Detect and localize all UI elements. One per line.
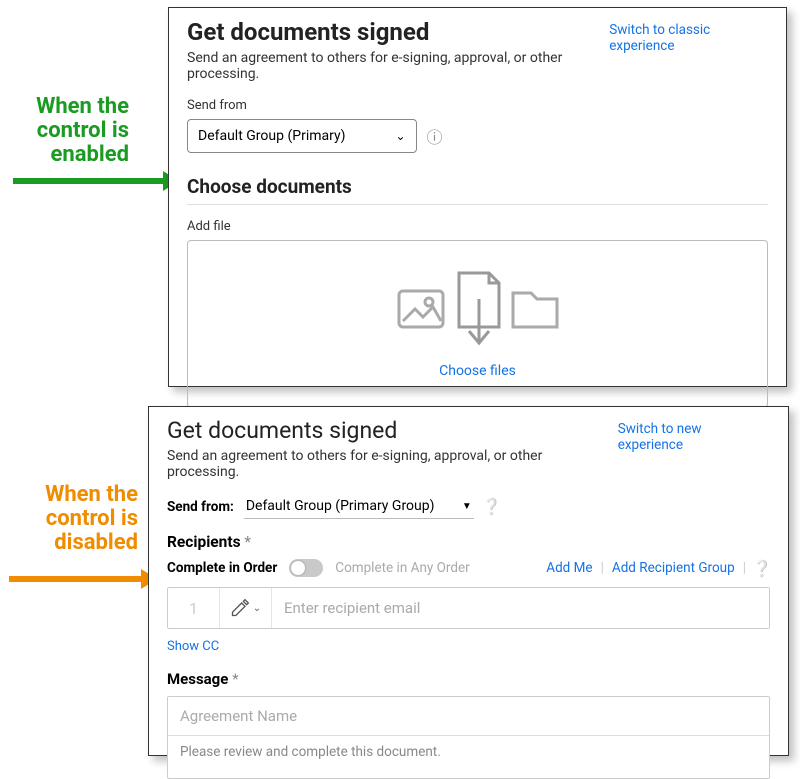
send-from-select[interactable]: Default Group (Primary Group) ▼ [244, 494, 474, 519]
chevron-down-icon: ⌄ [395, 129, 405, 143]
send-from-select[interactable]: Default Group (Primary) ⌄ [187, 119, 417, 153]
recipient-number: 1 [168, 588, 220, 628]
add-me-link[interactable]: Add Me [546, 560, 592, 576]
triangle-down-icon: ▼ [462, 501, 472, 512]
choose-documents-heading: Choose documents [187, 175, 768, 205]
message-heading: Message * [167, 670, 770, 688]
page-subtitle: Send an agreement to others for e-signin… [167, 448, 618, 480]
divider: | [601, 560, 604, 576]
chevron-down-icon: ⌄ [253, 603, 261, 614]
send-from-label: Send from [187, 98, 768, 113]
page-title: Get documents signed [187, 18, 609, 46]
arrow-enabled [13, 178, 165, 184]
arrow-disabled [9, 576, 143, 582]
pen-icon [230, 598, 250, 618]
send-from-label: Send from: [167, 499, 234, 515]
show-cc-link[interactable]: Show CC [167, 639, 770, 654]
divider: | [743, 560, 746, 576]
page-title: Get documents signed [167, 417, 618, 444]
recipient-row: 1 ⌄ [167, 587, 770, 629]
recipient-role-select[interactable]: ⌄ [220, 588, 272, 628]
send-from-value: Default Group (Primary) [198, 128, 345, 144]
upload-illustration-icon [393, 269, 563, 347]
add-recipient-group-link[interactable]: Add Recipient Group [612, 560, 735, 576]
recipient-email-input[interactable] [272, 588, 769, 628]
help-icon[interactable]: ❔ [754, 560, 770, 576]
recipients-heading: Recipients * [167, 533, 770, 551]
order-toggle[interactable] [289, 559, 323, 577]
annotation-enabled: When the control is enabled [2, 95, 129, 168]
panel-classic-experience: Get documents signed Send an agreement t… [148, 406, 789, 756]
panel-new-experience: Get documents signed Send an agreement t… [168, 7, 787, 387]
switch-experience-link[interactable]: Switch to new experience [618, 417, 770, 453]
switch-experience-link[interactable]: Switch to classic experience [609, 18, 768, 54]
agreement-name-input[interactable] [168, 697, 769, 736]
choose-files-link[interactable]: Choose files [439, 363, 516, 379]
file-drop-zone[interactable]: Choose files [187, 240, 768, 408]
message-textarea[interactable]: Please review and complete this document… [168, 736, 769, 774]
add-file-label: Add file [187, 219, 768, 234]
help-icon[interactable]: ⓘ [427, 128, 443, 144]
send-from-value: Default Group (Primary Group) [246, 498, 435, 514]
complete-in-order-label: Complete in Order [167, 560, 277, 576]
complete-any-order-label: Complete in Any Order [335, 560, 469, 576]
page-subtitle: Send an agreement to others for e-signin… [187, 50, 609, 82]
help-icon[interactable]: ❔ [484, 499, 500, 515]
annotation-disabled: When the control is disabled [0, 483, 138, 556]
